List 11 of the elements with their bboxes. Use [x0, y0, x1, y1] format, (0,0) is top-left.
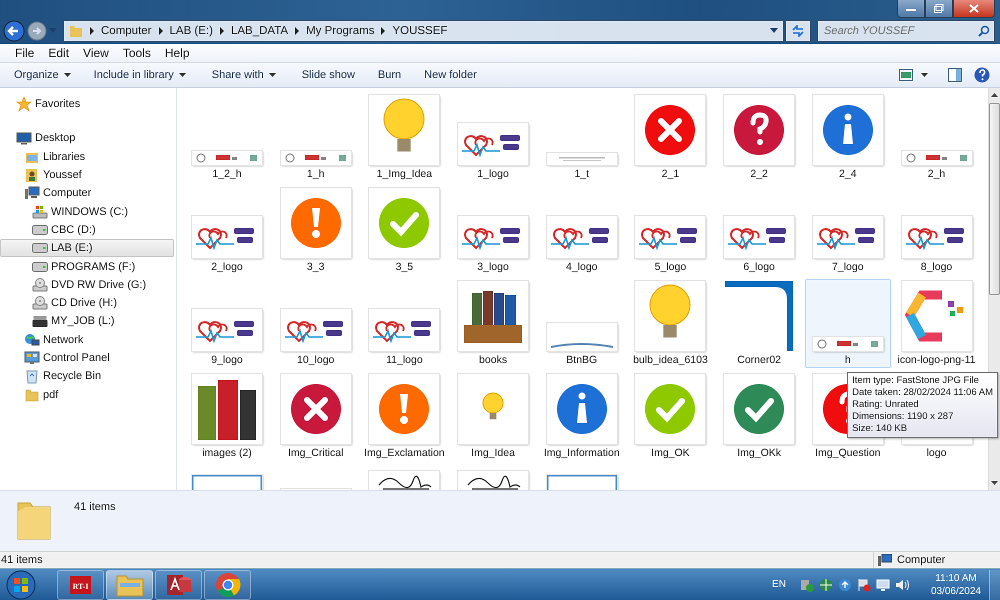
clock-date: 03/06/2024	[930, 584, 981, 598]
clock-time: 11:10 AM	[935, 572, 977, 584]
status-item-count: 41 items	[1, 554, 43, 566]
item-count: 41 items	[74, 501, 116, 513]
tooltip-line: Item type: FastStone JPG File	[852, 375, 980, 387]
app-icon: RT-I	[70, 576, 92, 594]
tooltip-line: Date taken: 28/02/2024 11:06 AM	[852, 387, 993, 399]
tooltip-line: Rating: Unrated	[852, 399, 920, 411]
status-location: Computer	[897, 554, 946, 566]
tooltip-line: Dimensions: 1190 x 287	[852, 411, 954, 423]
tooltip-line: Size: 140 KB	[852, 423, 908, 435]
